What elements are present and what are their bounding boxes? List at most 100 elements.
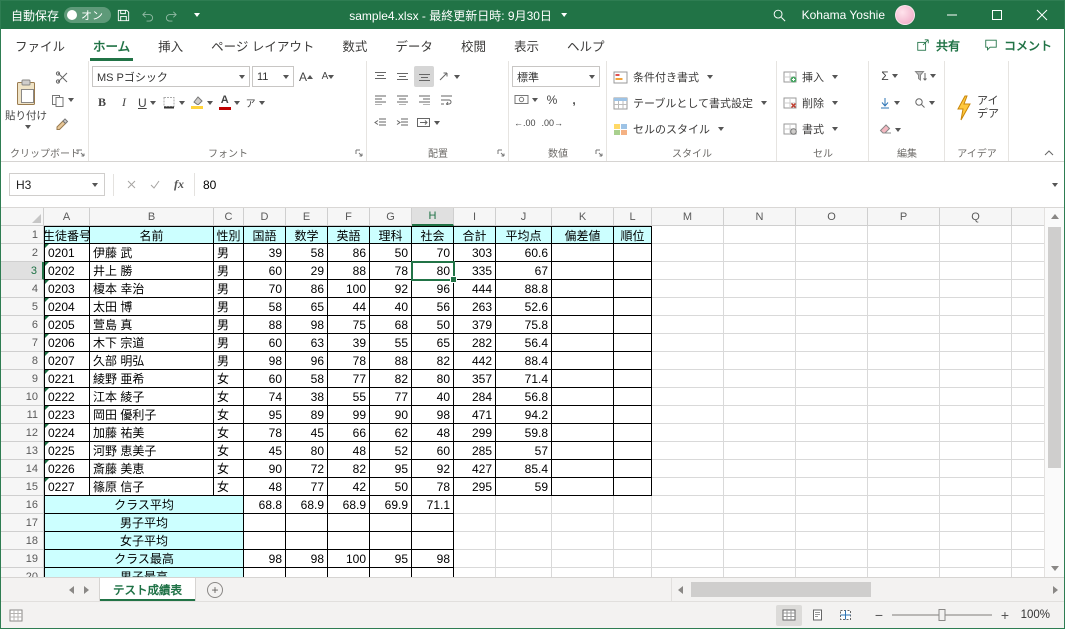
cell-K16[interactable] bbox=[552, 496, 614, 514]
cell-J14[interactable]: 85.4 bbox=[496, 460, 552, 478]
cell-L8[interactable] bbox=[614, 352, 652, 370]
delete-cells-button[interactable]: 削除 bbox=[780, 90, 866, 116]
font-size-combo[interactable]: 11 bbox=[252, 66, 294, 87]
clear-button[interactable] bbox=[872, 119, 907, 140]
cell-D13[interactable]: 45 bbox=[244, 442, 286, 460]
cell-I20[interactable] bbox=[454, 568, 496, 577]
cell-E13[interactable]: 80 bbox=[286, 442, 328, 460]
font-dialog-launcher[interactable] bbox=[353, 147, 364, 158]
header-cell-D1[interactable]: 国語 bbox=[244, 226, 286, 244]
cell-E19[interactable]: 98 bbox=[286, 550, 328, 568]
cell-J19[interactable] bbox=[496, 550, 552, 568]
cell-M20[interactable] bbox=[652, 568, 724, 577]
cell-P14[interactable] bbox=[868, 460, 940, 478]
cell-K2[interactable] bbox=[552, 244, 614, 262]
cell-D15[interactable]: 48 bbox=[244, 478, 286, 496]
cell-D19[interactable]: 98 bbox=[244, 550, 286, 568]
font-color-button[interactable]: A bbox=[217, 92, 242, 113]
cell-P15[interactable] bbox=[868, 478, 940, 496]
cell-K6[interactable] bbox=[552, 316, 614, 334]
cell-G17[interactable] bbox=[370, 514, 412, 532]
cell-E5[interactable]: 65 bbox=[286, 298, 328, 316]
cell-J13[interactable]: 57 bbox=[496, 442, 552, 460]
cell-H19[interactable]: 98 bbox=[412, 550, 454, 568]
cell-H5[interactable]: 56 bbox=[412, 298, 454, 316]
ruby-button[interactable]: ア bbox=[244, 92, 267, 113]
wrap-text-button[interactable] bbox=[436, 89, 456, 110]
formula-input[interactable]: 80 bbox=[194, 173, 1044, 196]
cell-G14[interactable]: 95 bbox=[370, 460, 412, 478]
cell-H20[interactable] bbox=[412, 568, 454, 577]
cell-M11[interactable] bbox=[652, 406, 724, 424]
vscroll-up-arrow[interactable] bbox=[1045, 208, 1064, 225]
cell-L18[interactable] bbox=[614, 532, 652, 550]
cell-N13[interactable] bbox=[724, 442, 796, 460]
sheet-nav-left-icon[interactable] bbox=[69, 585, 74, 594]
copy-button[interactable] bbox=[48, 90, 76, 110]
cell-B8[interactable]: 久部 明弘 bbox=[90, 352, 214, 370]
hscroll-thumb[interactable] bbox=[691, 582, 871, 597]
cell-B6[interactable]: 萱島 真 bbox=[90, 316, 214, 334]
header-cell-C1[interactable]: 性別 bbox=[214, 226, 244, 244]
cell-I8[interactable]: 442 bbox=[454, 352, 496, 370]
cell-P9[interactable] bbox=[868, 370, 940, 388]
row-header-15[interactable]: 15 bbox=[1, 478, 44, 496]
column-header-M[interactable]: M bbox=[652, 208, 724, 226]
cell-M3[interactable] bbox=[652, 262, 724, 280]
row-header-3[interactable]: 3 bbox=[1, 262, 44, 280]
row-header-1[interactable]: 1 bbox=[1, 226, 44, 244]
cell-Q4[interactable] bbox=[940, 280, 1012, 298]
cell-G12[interactable]: 62 bbox=[370, 424, 412, 442]
align-middle-button[interactable] bbox=[392, 66, 412, 87]
cell-D14[interactable]: 90 bbox=[244, 460, 286, 478]
cell-P10[interactable] bbox=[868, 388, 940, 406]
cell-L16[interactable] bbox=[614, 496, 652, 514]
tab-home[interactable]: ホーム bbox=[79, 29, 144, 61]
cell-O1[interactable] bbox=[796, 226, 868, 244]
row-header-11[interactable]: 11 bbox=[1, 406, 44, 424]
cell-A19-merged[interactable]: クラス最高 bbox=[44, 550, 244, 568]
cell-L20[interactable] bbox=[614, 568, 652, 577]
zoom-level[interactable]: 100% bbox=[1016, 609, 1064, 621]
alignment-dialog-launcher[interactable] bbox=[495, 147, 506, 158]
cell-B9[interactable]: 綾野 亜希 bbox=[90, 370, 214, 388]
cell-H16[interactable]: 71.1 bbox=[412, 496, 454, 514]
hscroll-right-arrow[interactable] bbox=[1047, 585, 1064, 594]
cell-M12[interactable] bbox=[652, 424, 724, 442]
cell-overflow-18[interactable] bbox=[1012, 532, 1048, 550]
cell-K10[interactable] bbox=[552, 388, 614, 406]
cell-O16[interactable] bbox=[796, 496, 868, 514]
cell-J10[interactable]: 56.8 bbox=[496, 388, 552, 406]
zoom-slider-thumb[interactable] bbox=[938, 609, 946, 621]
row-header-2[interactable]: 2 bbox=[1, 244, 44, 262]
cell-O13[interactable] bbox=[796, 442, 868, 460]
cell-B3[interactable]: 井上 勝 bbox=[90, 262, 214, 280]
cell-F18[interactable] bbox=[328, 532, 370, 550]
cell-G16[interactable]: 69.9 bbox=[370, 496, 412, 514]
cell-overflow-9[interactable] bbox=[1012, 370, 1048, 388]
cell-E15[interactable]: 77 bbox=[286, 478, 328, 496]
cell-N1[interactable] bbox=[724, 226, 796, 244]
cell-L4[interactable] bbox=[614, 280, 652, 298]
cell-K11[interactable] bbox=[552, 406, 614, 424]
align-center-button[interactable] bbox=[392, 89, 412, 110]
cell-H11[interactable]: 98 bbox=[412, 406, 454, 424]
number-format-combo[interactable]: 標準 bbox=[512, 66, 600, 87]
column-header-C[interactable]: C bbox=[214, 208, 244, 226]
cell-C11[interactable]: 女 bbox=[214, 406, 244, 424]
cell-L3[interactable] bbox=[614, 262, 652, 280]
cell-Q19[interactable] bbox=[940, 550, 1012, 568]
cell-K8[interactable] bbox=[552, 352, 614, 370]
column-header-E[interactable]: E bbox=[286, 208, 328, 226]
cell-C12[interactable]: 女 bbox=[214, 424, 244, 442]
cell-B15[interactable]: 篠原 信子 bbox=[90, 478, 214, 496]
cell-overflow-10[interactable] bbox=[1012, 388, 1048, 406]
tab-help[interactable]: ヘルプ bbox=[553, 29, 619, 61]
cell-G20[interactable] bbox=[370, 568, 412, 577]
vertical-scrollbar[interactable] bbox=[1044, 208, 1064, 577]
cell-I19[interactable] bbox=[454, 550, 496, 568]
cell-E10[interactable]: 38 bbox=[286, 388, 328, 406]
cell-D11[interactable]: 95 bbox=[244, 406, 286, 424]
cell-I14[interactable]: 427 bbox=[454, 460, 496, 478]
cell-B13[interactable]: 河野 恵美子 bbox=[90, 442, 214, 460]
